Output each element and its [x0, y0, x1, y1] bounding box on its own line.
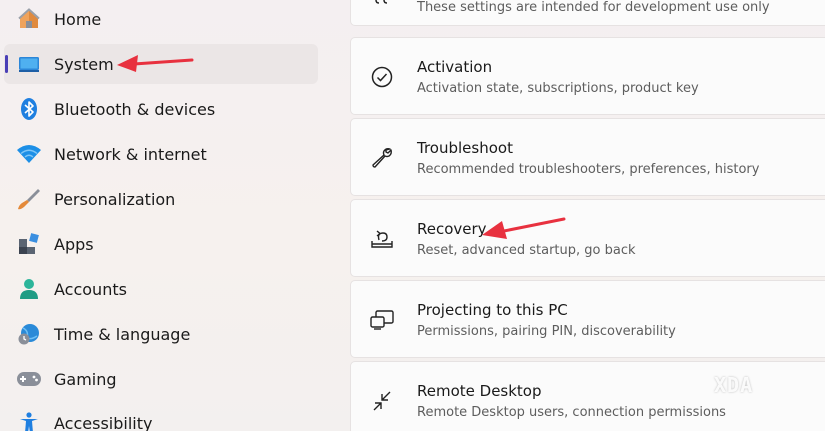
sidebar-item-label: Accessibility — [54, 413, 153, 431]
sidebar-item-accounts[interactable]: Accounts — [4, 269, 318, 309]
sidebar-item-label: Personalization — [54, 189, 176, 209]
sidebar-item-home[interactable]: Home — [4, 0, 318, 39]
projecting-icon — [369, 307, 395, 333]
settings-item-description: Activation state, subscriptions, product… — [417, 81, 699, 96]
settings-item-troubleshoot[interactable]: Troubleshoot Recommended troubleshooters… — [350, 118, 825, 196]
sidebar-item-label: System — [54, 54, 114, 74]
annotation-arrow-icon — [117, 55, 194, 72]
gamepad-icon — [16, 366, 42, 392]
brush-icon — [16, 186, 42, 212]
sidebar-item-label: Time & language — [54, 324, 191, 344]
settings-item-remote-desktop[interactable]: Remote Desktop Remote Desktop users, con… — [350, 361, 825, 431]
sidebar-item-accessibility[interactable]: Accessibility — [4, 403, 318, 431]
settings-item-title: Remote Desktop — [417, 382, 542, 400]
annotation-arrow-icon — [482, 217, 566, 239]
globe-clock-icon — [16, 321, 42, 347]
check-circle-icon — [369, 64, 395, 90]
settings-item-developer[interactable]: These settings are intended for developm… — [350, 0, 825, 26]
settings-item-recovery[interactable]: Recovery Reset, advanced startup, go bac… — [350, 199, 825, 277]
sidebar-item-label: Accounts — [54, 279, 127, 299]
settings-item-title: Activation — [417, 58, 493, 76]
settings-item-description: Permissions, pairing PIN, discoverabilit… — [417, 324, 676, 339]
selection-indicator — [5, 55, 8, 73]
system-settings-list: These settings are intended for developm… — [350, 0, 825, 431]
xda-watermark: XDA — [714, 373, 754, 397]
settings-item-activation[interactable]: Activation Activation state, subscriptio… — [350, 37, 825, 115]
settings-item-description: Recommended troubleshooters, preferences… — [417, 162, 760, 177]
sidebar-item-time-language[interactable]: Time & language — [4, 314, 318, 354]
sidebar-item-apps[interactable]: Apps — [4, 224, 318, 264]
settings-item-description: These settings are intended for developm… — [417, 0, 770, 15]
sidebar-item-gaming[interactable]: Gaming — [4, 359, 318, 399]
settings-item-title: Troubleshoot — [417, 139, 513, 157]
sidebar-item-label: Apps — [54, 234, 94, 254]
sidebar-item-label: Bluetooth & devices — [54, 99, 216, 119]
apps-icon — [16, 231, 42, 257]
wifi-icon — [16, 141, 42, 167]
recovery-icon — [369, 226, 395, 252]
settings-item-projecting[interactable]: Projecting to this PC Permissions, pairi… — [350, 280, 825, 358]
sidebar-item-label: Gaming — [54, 369, 117, 389]
sidebar-item-label: Home — [54, 9, 102, 29]
sidebar-item-personalization[interactable]: Personalization — [4, 179, 318, 219]
monitor-icon — [16, 51, 42, 77]
developer-tools-icon — [369, 0, 395, 10]
sidebar-item-bluetooth[interactable]: Bluetooth & devices — [4, 89, 318, 129]
accessibility-icon — [16, 410, 42, 431]
bluetooth-icon — [16, 96, 42, 122]
wrench-icon — [369, 145, 395, 171]
remote-desktop-icon — [369, 388, 395, 414]
sidebar-item-network[interactable]: Network & internet — [4, 134, 318, 174]
home-icon — [16, 6, 42, 32]
settings-item-title: Recovery — [417, 220, 487, 238]
sidebar-item-label: Network & internet — [54, 144, 207, 164]
settings-item-description: Reset, advanced startup, go back — [417, 243, 636, 258]
person-icon — [16, 276, 42, 302]
settings-item-description: Remote Desktop users, connection permiss… — [417, 405, 726, 420]
settings-item-title: Projecting to this PC — [417, 301, 568, 319]
